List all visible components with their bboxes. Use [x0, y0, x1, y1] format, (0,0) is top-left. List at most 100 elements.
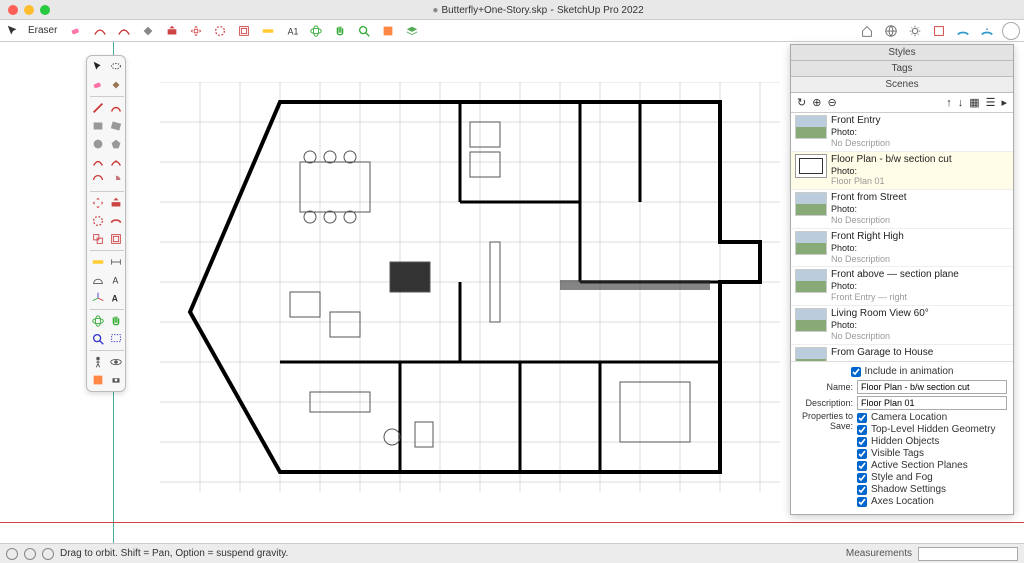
arc2-icon[interactable]	[108, 154, 124, 170]
account-avatar-icon[interactable]	[1002, 22, 1020, 40]
select-icon[interactable]	[90, 59, 106, 75]
remove-scene-icon[interactable]: ⊖	[827, 96, 836, 109]
offset-tool-icon[interactable]	[235, 22, 253, 40]
zoom-window-icon[interactable]	[108, 331, 124, 347]
protractor-icon[interactable]	[90, 272, 106, 288]
pan-icon[interactable]	[108, 313, 124, 329]
pushpull-icon[interactable]	[108, 195, 124, 211]
scene-description-input[interactable]	[857, 396, 1007, 410]
property-checkbox[interactable]	[857, 485, 867, 495]
look-icon[interactable]	[108, 354, 124, 370]
position-camera-icon[interactable]	[108, 372, 124, 388]
eraser-icon[interactable]	[90, 77, 106, 93]
include-in-animation-checkbox[interactable]	[851, 367, 861, 377]
scene-item[interactable]: Living Room View 60° Photo: No Descripti…	[791, 306, 1013, 345]
rotate-icon[interactable]	[90, 213, 106, 229]
property-checkbox[interactable]	[857, 413, 867, 423]
property-checkbox[interactable]	[857, 461, 867, 471]
tab-tags[interactable]: Tags	[791, 61, 1013, 77]
scene-description: No Description	[831, 215, 1009, 226]
property-checkbox[interactable]	[857, 449, 867, 459]
red-axis	[0, 522, 1024, 523]
close-window-icon[interactable]	[8, 5, 18, 15]
scene-item[interactable]: Front Entry Photo: No Description	[791, 113, 1013, 152]
orbit-icon[interactable]	[90, 313, 106, 329]
tab-styles[interactable]: Styles	[791, 45, 1013, 61]
layers-tool-icon[interactable]	[403, 22, 421, 40]
select-tool-icon[interactable]	[4, 22, 22, 40]
lasso-icon[interactable]	[108, 59, 124, 75]
svg-text:A1: A1	[288, 26, 299, 36]
circle-icon[interactable]	[90, 136, 106, 152]
property-checkbox[interactable]	[857, 473, 867, 483]
scene-item[interactable]: Floor Plan - b/w section cut Photo: Floo…	[791, 152, 1013, 191]
scene-up-icon[interactable]: ↑	[946, 97, 952, 109]
walk-icon[interactable]	[90, 354, 106, 370]
scene-item[interactable]: Front from Street Photo: No Description	[791, 190, 1013, 229]
scale-icon[interactable]	[90, 231, 106, 247]
home-icon[interactable]	[858, 22, 876, 40]
scene-photo-label: Photo:	[831, 281, 1009, 292]
scene-menu-icon[interactable]: ▸	[1001, 96, 1007, 109]
scenes-list[interactable]: Front Entry Photo: No Description Floor …	[791, 113, 1013, 361]
polygon-icon[interactable]	[108, 136, 124, 152]
property-checkbox[interactable]	[857, 437, 867, 447]
text-icon[interactable]: A	[108, 272, 124, 288]
section-tool-icon[interactable]	[379, 22, 397, 40]
gear-icon[interactable]	[906, 22, 924, 40]
scene-view-icon[interactable]: ▦	[969, 96, 979, 109]
scene-list-icon[interactable]: ☰	[986, 96, 996, 109]
geo-off-icon[interactable]	[6, 548, 18, 560]
rectangle-icon[interactable]	[90, 118, 106, 134]
followme-icon[interactable]	[108, 213, 124, 229]
text-tool-icon[interactable]: A1	[283, 22, 301, 40]
extensions-icon[interactable]	[930, 22, 948, 40]
minimize-window-icon[interactable]	[24, 5, 34, 15]
move-icon[interactable]	[90, 195, 106, 211]
axes-icon[interactable]	[90, 290, 106, 306]
3dtext-icon[interactable]: A	[108, 290, 124, 306]
arc-tool-icon[interactable]	[91, 22, 109, 40]
refresh-icon[interactable]: ↻	[797, 96, 806, 109]
scene-name-input[interactable]	[857, 380, 1007, 394]
measurements-input[interactable]	[918, 547, 1018, 561]
zoom-tool-icon[interactable]	[355, 22, 373, 40]
zoom-window-icon[interactable]	[40, 5, 50, 15]
warehouse2-icon[interactable]	[978, 22, 996, 40]
orbit-tool-icon[interactable]	[307, 22, 325, 40]
scene-photo-label: Photo:	[831, 243, 1009, 254]
rotated-rect-icon[interactable]	[108, 118, 124, 134]
scene-item[interactable]: Front above — section plane Photo: Front…	[791, 267, 1013, 306]
rotate-tool-icon[interactable]	[211, 22, 229, 40]
scene-item[interactable]: From Garage to House	[791, 345, 1013, 361]
property-checkbox[interactable]	[857, 497, 867, 507]
paint-bucket-icon[interactable]	[108, 77, 124, 93]
freehand-icon[interactable]	[108, 100, 124, 116]
zoom-icon[interactable]	[90, 331, 106, 347]
tape-icon[interactable]	[90, 254, 106, 270]
property-label: Shadow Settings	[871, 484, 946, 495]
section-plane-icon[interactable]	[90, 372, 106, 388]
eraser-tool-icon[interactable]	[67, 22, 85, 40]
arc2-tool-icon[interactable]	[115, 22, 133, 40]
warehouse-icon[interactable]	[954, 22, 972, 40]
dimension-icon[interactable]	[108, 254, 124, 270]
tape-tool-icon[interactable]	[259, 22, 277, 40]
scene-down-icon[interactable]: ↓	[958, 97, 964, 109]
tab-scenes[interactable]: Scenes	[791, 77, 1013, 93]
pie-icon[interactable]	[108, 172, 124, 188]
line-icon[interactable]	[90, 100, 106, 116]
geo-icon[interactable]	[882, 22, 900, 40]
move-tool-icon[interactable]	[187, 22, 205, 40]
pan-tool-icon[interactable]	[331, 22, 349, 40]
arc3-icon[interactable]	[90, 172, 106, 188]
person-icon[interactable]	[42, 548, 54, 560]
add-scene-icon[interactable]: ⊕	[812, 96, 821, 109]
credits-icon[interactable]	[24, 548, 36, 560]
offset-icon[interactable]	[108, 231, 124, 247]
arc-icon[interactable]	[90, 154, 106, 170]
scene-item[interactable]: Front Right High Photo: No Description	[791, 229, 1013, 268]
pushpull-tool-icon[interactable]	[163, 22, 181, 40]
property-checkbox[interactable]	[857, 425, 867, 435]
paint-tool-icon[interactable]	[139, 22, 157, 40]
